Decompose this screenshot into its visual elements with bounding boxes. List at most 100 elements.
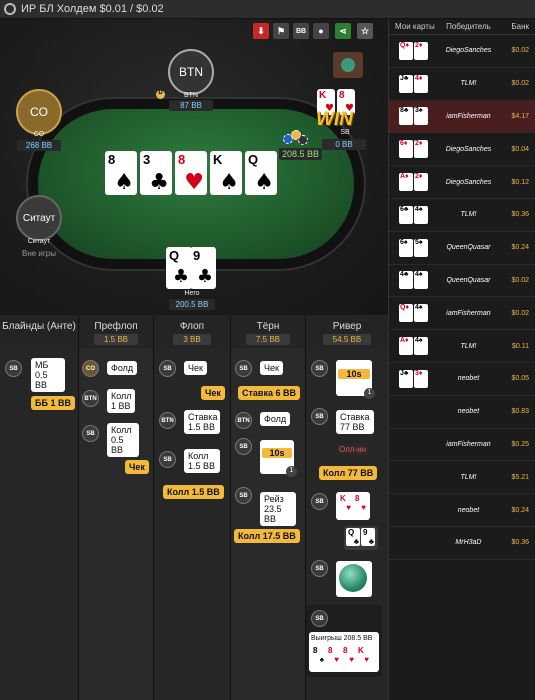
row-cards: 6♣ 4♠ xyxy=(389,205,439,224)
row-winner: DiegoSanches xyxy=(445,47,492,55)
hand-history-row[interactable]: MrH3aD $0.36 xyxy=(389,527,535,560)
mini-card-suit: ♥ xyxy=(361,503,366,512)
pot-amount: 208.5 BB xyxy=(279,148,323,160)
seat-sitout[interactable]: Ситаут xyxy=(16,195,62,241)
bb-toggle-button[interactable]: BB xyxy=(293,23,309,39)
street-turn-label: Тёрн xyxy=(256,321,280,332)
mini-card-rank: Q♦ xyxy=(400,304,410,312)
hand-history-row[interactable]: J♣ 4♦ TLM! $0.02 xyxy=(389,68,535,101)
gear-icon[interactable] xyxy=(4,3,16,15)
hand-history-row[interactable]: 6♠ 5♠ QueenQuasar $0.24 xyxy=(389,232,535,265)
timer-2-count: 1 xyxy=(364,388,375,399)
player-badge-sb: SB xyxy=(159,451,176,468)
flag-icon[interactable]: ⚑ xyxy=(273,23,289,39)
mini-card-rank: 6♣ xyxy=(400,205,409,213)
board-card-4: K ♠ xyxy=(210,151,242,195)
row-cards: 4♣ 4♠ xyxy=(389,271,439,290)
seat-co[interactable]: CO xyxy=(16,89,62,135)
action-call-1-5: Колл 1.5 BB xyxy=(163,485,224,499)
timer-bubble: 10s 1 xyxy=(260,440,297,477)
player-badge-sb: SB xyxy=(311,493,328,510)
hand-history-row[interactable]: neobet $0.24 xyxy=(389,494,535,527)
mini-card: 6♦ xyxy=(399,140,413,159)
mini-card-rank: 2♦ xyxy=(415,140,423,148)
seat-sb-name: SB xyxy=(340,129,350,136)
action-co-fold: Фолд xyxy=(107,361,138,375)
mini-card-rank: 6♠ xyxy=(400,238,408,246)
action-call-17-5: Колл 17.5 BB xyxy=(234,529,300,543)
hand-history-row[interactable]: neobet $0.83 xyxy=(389,396,535,429)
hand-history-row[interactable]: Q♦ 4♠ iamFisherman $0.02 xyxy=(389,297,535,331)
row-winner: neobet xyxy=(457,408,480,416)
street-blinds: Блайнды (Анте) xyxy=(0,315,79,348)
mini-card-suit: ♠ xyxy=(319,655,324,664)
hero-card-2-suit: ♣ xyxy=(196,266,213,287)
chips-icon xyxy=(283,130,309,146)
hand-history-row[interactable]: 8♣ 3♠ iamFisherman $4.17 xyxy=(389,100,535,134)
street-river: Ривер 54.5 BB xyxy=(306,315,388,348)
street-preflop-pot: 1.5 BB xyxy=(93,334,138,345)
win-summary: Выигрыш 208.5 BB 8 ♠ 8 ♥ 8 ♥ K ♥ xyxy=(309,632,379,672)
board-card-1-suit: ♠ xyxy=(114,170,134,195)
action-btn-fold: Фолд xyxy=(260,412,291,426)
row-winner: neobet xyxy=(457,506,480,514)
mini-card: 6♠ xyxy=(399,238,413,257)
hand-history-row[interactable]: 4♣ 4♠ QueenQuasar $0.02 xyxy=(389,265,535,298)
mini-card-rank: A♦ xyxy=(400,337,409,345)
mini-card-suit: ♣ xyxy=(368,537,374,546)
board-card-2-suit: ♣ xyxy=(149,170,169,195)
mini-card: A♦ xyxy=(399,173,413,192)
mini-card: 3♦ xyxy=(414,369,428,388)
row-bank: $0.02 xyxy=(511,47,529,55)
mini-card-rank: K xyxy=(358,646,364,655)
hand-history-row[interactable]: A♦ 4♠ TLM! $0.11 xyxy=(389,330,535,363)
hand-history-row[interactable]: 6♦ 2♦ DiegoSanches $0.04 xyxy=(389,133,535,167)
mini-card: 6♣ xyxy=(399,205,413,224)
player-badge-sb: SB xyxy=(311,610,328,627)
hand-history-row[interactable]: A♦ 2♦ DiegoSanches $0.12 xyxy=(389,166,535,199)
board-card-3-suit: ♥ xyxy=(184,170,204,195)
hand-history-row[interactable]: Q♦ 2♦ DiegoSanches $0.02 xyxy=(389,35,535,68)
hero-card-1-rank: Q xyxy=(169,248,180,263)
hand-history-row[interactable]: 6♣ 4♠ TLM! $0.36 xyxy=(389,199,535,232)
mini-card: 2♦ xyxy=(414,41,428,60)
action-sb-blind: МБ 0.5 BB xyxy=(31,358,65,392)
player-badge-sb: SB xyxy=(5,360,22,377)
player-badge-sb: SB xyxy=(235,438,252,455)
col-flop xyxy=(154,348,231,700)
header-bank: Банк xyxy=(511,22,529,31)
mini-card: 9 ♣ xyxy=(361,528,375,546)
mini-card: A♦ xyxy=(399,337,413,356)
hand-history-row[interactable]: iamFisherman $0.25 xyxy=(389,429,535,462)
mini-card-rank: 3♦ xyxy=(415,369,423,377)
table-area: ⬇ ⚑ BB ● ⋖ ☆ BTN D BTN 87 BB CO CO 268 B… xyxy=(0,19,388,315)
mini-card: 5♠ xyxy=(414,238,428,257)
seat-btn[interactable]: BTN xyxy=(168,49,214,95)
share-icon[interactable]: ⋖ xyxy=(335,23,351,39)
mini-card: 4♠ xyxy=(414,205,428,224)
row-cards: A♦ 2♦ xyxy=(389,173,439,192)
mini-card-rank: 3♠ xyxy=(415,107,423,115)
row-winner: QueenQuasar xyxy=(446,276,491,284)
hero-card-2: 9 ♣ xyxy=(190,247,216,289)
mini-card-rank: 8 xyxy=(343,646,348,655)
star-icon[interactable]: ☆ xyxy=(357,23,373,39)
download-icon[interactable]: ⬇ xyxy=(253,23,269,39)
street-preflop-label: Префлоп xyxy=(94,321,138,332)
mini-card: 2♦ xyxy=(414,173,428,192)
hand-history-row[interactable]: J♣ 3♦ neobet $0.05 xyxy=(389,363,535,396)
mini-card-rank: K xyxy=(340,494,346,503)
hand-history-row[interactable]: TLM! $5.21 xyxy=(389,461,535,495)
row-bank: $0.02 xyxy=(511,309,529,317)
row-winner: TLM! xyxy=(460,473,477,481)
board-card-5-suit: ♠ xyxy=(254,170,274,195)
action-bet-6: Ставка 6 BB xyxy=(238,386,300,400)
mini-card-suit: ♣ xyxy=(353,537,359,546)
seat-hero-stack: 200.5 BB xyxy=(169,299,215,310)
window-title: ИР БЛ Холдем $0.01 / $0.02 xyxy=(21,3,164,15)
action-bb-blind: ББ 1 BB xyxy=(31,396,75,410)
row-bank: $0.02 xyxy=(511,80,529,88)
seat-sitout-label: Ситаут xyxy=(22,212,56,224)
mini-card-suit: ♥ xyxy=(346,503,351,512)
spy-icon[interactable]: ● xyxy=(313,23,329,39)
